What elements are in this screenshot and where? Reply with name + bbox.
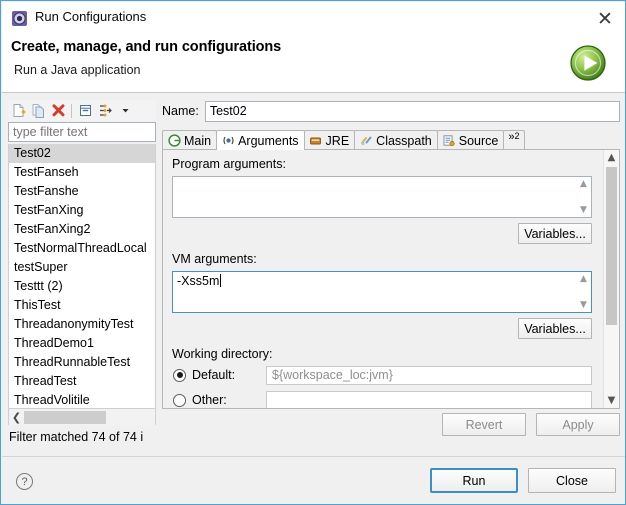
classpath-tab-icon — [359, 134, 373, 148]
list-item[interactable]: testSuper — [9, 258, 155, 277]
list-item[interactable]: ThreadVolitile — [9, 391, 155, 408]
name-label: Name: — [162, 104, 199, 118]
arguments-vertical-scrollbar[interactable]: ▲ ▼ — [603, 150, 619, 408]
jre-tab-icon — [309, 134, 323, 148]
list-item[interactable]: TestFanXing2 — [9, 220, 155, 239]
program-arguments-label: Program arguments: — [172, 157, 286, 171]
revert-button[interactable]: Revert — [442, 413, 526, 436]
list-item[interactable]: ThisTest — [9, 296, 155, 315]
chevron-up-icon[interactable]: ▲ — [580, 179, 587, 189]
tab-overflow-count: 2 — [514, 131, 520, 141]
source-tab-icon — [442, 134, 456, 148]
tab-strip: Main Arguments JRE Classpath Source » 2 — [162, 129, 620, 150]
filter-status-text: Filter matched 74 of 74 i — [9, 430, 144, 444]
scroll-down-icon[interactable]: ▼ — [604, 393, 619, 408]
apply-button[interactable]: Apply — [536, 413, 620, 436]
close-window-button[interactable]: ✕ — [590, 6, 620, 32]
tab-label: Arguments — [238, 133, 299, 148]
program-arguments-spinner[interactable]: ▲ ▼ — [577, 179, 590, 215]
list-item[interactable]: Test02 — [9, 144, 155, 163]
filter-input[interactable] — [8, 122, 156, 142]
delete-configuration-icon[interactable] — [48, 101, 68, 120]
chevron-down-icon[interactable]: ▼ — [580, 205, 587, 215]
arguments-tab-content: Program arguments: ▲ ▼ Variables... VM a… — [163, 150, 604, 408]
vm-arguments-label: VM arguments: — [172, 252, 257, 266]
text-cursor — [220, 274, 222, 287]
tab-label: Main — [184, 133, 212, 148]
tab-label: JRE — [325, 133, 350, 148]
list-item[interactable]: TestFanshe — [9, 182, 155, 201]
configurations-toolbar — [8, 100, 156, 121]
run-configurations-icon — [11, 10, 28, 27]
name-input[interactable] — [204, 100, 620, 122]
radio-label: Default: — [192, 368, 236, 382]
main-tab-icon — [167, 134, 181, 148]
run-configurations-dialog: Run Configurations ✕ Create, manage, and… — [0, 0, 626, 505]
dialog-header: Create, manage, and run configurations R… — [2, 35, 625, 93]
arguments-tab-icon — [221, 134, 235, 148]
scroll-up-icon[interactable]: ▲ — [604, 150, 619, 165]
radio-indicator[interactable] — [173, 368, 186, 382]
working-directory-default-value: ${workspace_loc:jvm} — [266, 366, 592, 385]
tab-overflow-button[interactable]: » 2 — [503, 130, 525, 150]
vm-arguments-spinner[interactable]: ▲ ▼ — [577, 274, 590, 310]
duplicate-configuration-icon[interactable] — [28, 101, 48, 120]
working-directory-label: Working directory: — [172, 347, 273, 361]
new-configuration-icon[interactable] — [8, 101, 28, 120]
chevron-down-icon[interactable]: ▼ — [580, 300, 587, 310]
working-directory-other-radio[interactable]: Other: — [173, 393, 227, 407]
working-directory-other-value[interactable] — [266, 391, 592, 408]
scrollbar-thumb[interactable] — [606, 167, 617, 325]
tab-source[interactable]: Source — [436, 130, 505, 150]
list-item[interactable]: TestFanXing — [9, 201, 155, 220]
vm-arguments-input[interactable]: -Xss5m — [172, 271, 592, 313]
program-arguments-input[interactable] — [172, 176, 592, 218]
configurations-panel: Test02 TestFanseh TestFanshe TestFanXing… — [8, 100, 156, 450]
vm-variables-button[interactable]: Variables... — [518, 318, 592, 339]
list-item[interactable]: ThreadTest — [9, 372, 155, 391]
arguments-tab-page: Program arguments: ▲ ▼ Variables... VM a… — [162, 149, 620, 409]
configurations-list[interactable]: Test02 TestFanseh TestFanshe TestFanXing… — [8, 144, 156, 409]
dialog-body: Test02 TestFanseh TestFanshe TestFanXing… — [2, 94, 625, 456]
header-subtitle: Run a Java application — [14, 63, 141, 77]
list-item[interactable]: ThreadanonymityTest — [9, 315, 155, 334]
tab-jre[interactable]: JRE — [303, 130, 356, 150]
tab-label: Classpath — [376, 133, 432, 148]
list-item[interactable]: ThreadDemo1 — [9, 334, 155, 353]
green-run-play-icon — [566, 41, 610, 85]
close-button[interactable]: Close — [528, 468, 616, 493]
window-title: Run Configurations — [35, 9, 147, 24]
tab-main[interactable]: Main — [162, 130, 218, 150]
tab-classpath[interactable]: Classpath — [354, 130, 438, 150]
list-item[interactable]: ThreadRunnableTest — [9, 353, 155, 372]
radio-indicator[interactable] — [173, 393, 186, 407]
list-item[interactable]: TestNormalThreadLocal — [9, 239, 155, 258]
footer-buttons: Run Close — [430, 468, 616, 493]
toolbar-separator — [71, 103, 72, 118]
help-question-icon[interactable]: ? — [16, 473, 33, 490]
editor-action-buttons: Revert Apply — [162, 413, 620, 437]
name-row: Name: — [162, 100, 620, 122]
chevron-down-icon[interactable] — [115, 101, 135, 120]
run-button[interactable]: Run — [430, 468, 518, 493]
working-directory-default-radio[interactable]: Default: — [173, 368, 235, 382]
header-title: Create, manage, and run configurations — [11, 39, 282, 55]
tab-label: Source — [458, 133, 499, 148]
tab-arguments[interactable]: Arguments — [216, 130, 305, 150]
scroll-left-icon[interactable]: ❮ — [9, 409, 24, 425]
configuration-editor-panel: Name: Main — [162, 100, 620, 450]
scrollbar-thumb[interactable] — [24, 410, 106, 424]
configurations-horizontal-scrollbar[interactable]: ❮ — [8, 409, 156, 425]
title-bar: Run Configurations ✕ — [2, 2, 625, 35]
list-item[interactable]: TestFanseh — [9, 163, 155, 182]
collapse-all-icon[interactable] — [75, 101, 95, 120]
filter-configurations-icon[interactable] — [95, 101, 115, 120]
program-variables-button[interactable]: Variables... — [518, 223, 592, 244]
radio-label: Other: — [192, 393, 227, 407]
list-item[interactable]: Testtt (2) — [9, 277, 155, 296]
vm-arguments-value: -Xss5m — [177, 274, 220, 288]
chevron-up-icon[interactable]: ▲ — [580, 274, 587, 284]
dialog-footer: ? Run Close — [2, 456, 625, 504]
